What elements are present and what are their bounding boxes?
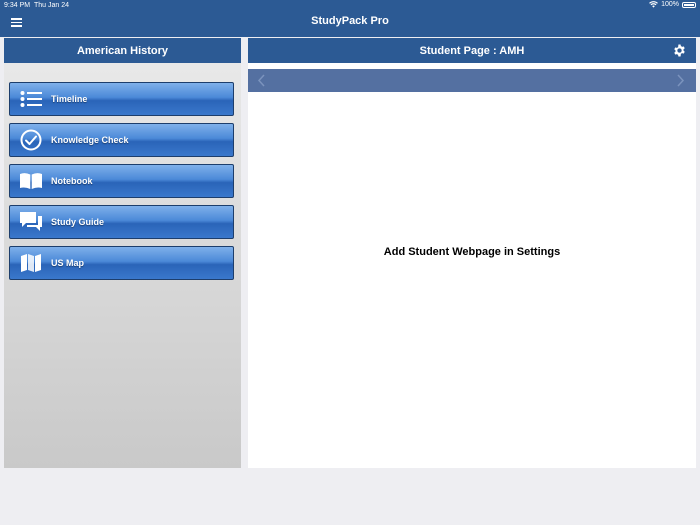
main-title: Student Page : AMH [419, 44, 525, 57]
chat-bubbles-icon [18, 211, 44, 233]
status-right: 100% [649, 1, 696, 8]
folded-map-icon [18, 252, 44, 274]
sidebar-item-study-guide[interactable]: Study Guide [9, 205, 234, 239]
wifi-icon [649, 1, 658, 8]
sidebar-panel: American History Timeline Knowledge Chec… [4, 38, 241, 468]
forward-chevron-icon[interactable] [674, 74, 686, 87]
empty-state-message: Add Student Webpage in Settings [383, 246, 561, 258]
sidebar-item-label: US Map [51, 258, 85, 268]
browser-navigation-bar [248, 69, 696, 92]
list-icon [18, 88, 44, 110]
sidebar-item-label: Timeline [51, 94, 88, 104]
gear-icon[interactable] [673, 44, 686, 57]
open-book-icon [18, 170, 44, 192]
sidebar-item-label: Notebook [51, 176, 93, 186]
status-date: Thu Jan 24 [34, 2, 70, 9]
status-bar: 9:34 PM Thu Jan 24 100% [0, 0, 700, 11]
status-time: 9:34 PM [4, 2, 31, 9]
sidebar-item-notebook[interactable]: Notebook [9, 164, 234, 198]
top-navigation-bar: 9:34 PM Thu Jan 24 100% StudyPack Pro [0, 0, 700, 37]
sidebar-item-us-map[interactable]: US Map [9, 246, 234, 280]
sidebar-item-knowledge-check[interactable]: Knowledge Check [9, 123, 234, 157]
main-content-panel: Student Page : AMH Add Student Webpage i… [248, 38, 696, 468]
checkmark-circle-icon [18, 129, 44, 151]
sidebar-item-timeline[interactable]: Timeline [9, 82, 234, 116]
main-header: Student Page : AMH [248, 38, 696, 63]
app-title: StudyPack Pro [311, 15, 389, 27]
sidebar-item-label: Knowledge Check [51, 135, 129, 145]
sidebar-title: American History [4, 38, 241, 63]
battery-percent: 100% [661, 1, 679, 8]
battery-icon [682, 1, 696, 8]
back-chevron-icon[interactable] [256, 74, 268, 87]
sidebar-item-label: Study Guide [51, 217, 105, 227]
